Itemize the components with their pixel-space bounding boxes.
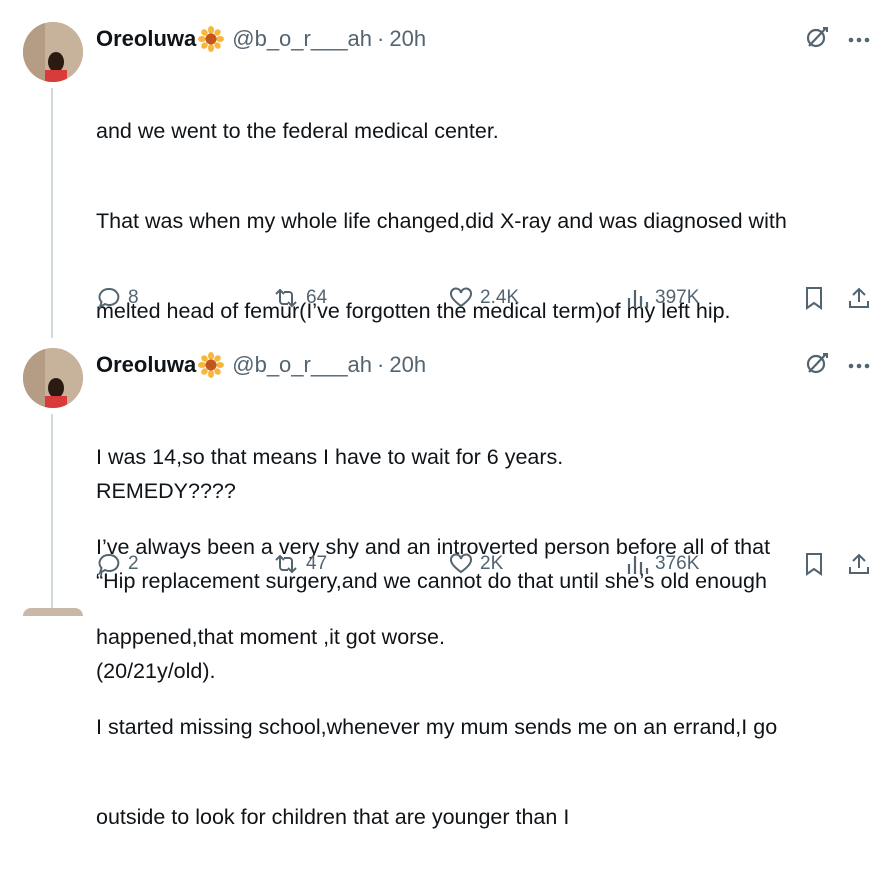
author-name[interactable]: Oreoluwa	[96, 26, 196, 52]
like-count: 2.4K	[480, 287, 520, 308]
author-name[interactable]: Oreoluwa	[96, 352, 196, 378]
tweet-text-line: I started missing school,whenever my mum…	[96, 715, 778, 739]
views-count: 397K	[655, 287, 700, 308]
views-button[interactable]: 376K	[625, 549, 699, 579]
bookmark-icon	[806, 553, 822, 576]
repost-count: 64	[306, 287, 328, 308]
tweet-actions: 8 64 2.4K 397K	[96, 283, 876, 313]
tweet-text-line: That was when my whole life changed,did …	[96, 209, 787, 233]
repost-count: 47	[306, 553, 328, 574]
tweet-text-line: I was 14,so that means I have to wait fo…	[96, 445, 564, 469]
repost-icon	[275, 554, 297, 574]
tweet-text-line: and we went to the federal medical cente…	[96, 119, 499, 143]
like-count: 2K	[480, 553, 504, 574]
views-icon	[627, 290, 649, 308]
reply-button[interactable]: 8	[96, 283, 139, 313]
tweet-actions: 2 47 2K 376K	[96, 549, 876, 579]
tweet-header: Oreoluwa @b_o_r___ah · 20h	[96, 350, 426, 380]
timestamp[interactable]: 20h	[389, 26, 426, 52]
grok-icon[interactable]	[804, 24, 830, 55]
tweet-text-line: outside to look for children that are yo…	[96, 805, 570, 829]
tweet-header: Oreoluwa @b_o_r___ah · 20h	[96, 24, 426, 54]
like-button[interactable]: 2K	[448, 549, 503, 579]
bookmark-button[interactable]	[803, 283, 825, 313]
share-button[interactable]	[847, 283, 871, 313]
tweet-top-icons	[804, 350, 870, 381]
repost-button[interactable]: 64	[272, 283, 327, 313]
author-handle[interactable]: @b_o_r___ah	[232, 352, 372, 378]
tweet-text-line: happened,that moment ,it got worse.	[96, 625, 445, 649]
tweet[interactable]: Oreoluwa @b_o_r___ah · 20h	[0, 22, 892, 683]
share-icon	[849, 287, 869, 308]
tweet-top-icons	[804, 24, 870, 55]
tweet-text: I was 14,so that means I have to wait fo…	[96, 382, 856, 892]
share-icon	[849, 553, 869, 574]
repost-icon	[275, 288, 297, 308]
views-button[interactable]: 397K	[625, 283, 699, 313]
separator-dot: ·	[377, 352, 385, 377]
like-icon	[450, 287, 472, 308]
author-handle[interactable]: @b_o_r___ah	[232, 26, 372, 52]
separator-dot: ·	[377, 26, 385, 51]
avatar[interactable]	[23, 348, 83, 408]
reply-count: 8	[128, 287, 139, 308]
reply-button[interactable]: 2	[96, 549, 139, 579]
share-button[interactable]	[847, 549, 871, 579]
reply-icon	[98, 287, 120, 310]
views-icon	[627, 556, 649, 574]
tweet[interactable]: Oreoluwa @b_o_r___ah · 20h	[0, 348, 892, 829]
avatar[interactable]	[23, 22, 83, 82]
bookmark-button[interactable]	[803, 549, 825, 579]
repost-button[interactable]: 47	[272, 549, 327, 579]
reply-icon	[98, 553, 120, 576]
like-icon	[450, 553, 472, 574]
more-icon[interactable]	[848, 31, 870, 49]
grok-icon[interactable]	[804, 350, 830, 381]
next-avatar[interactable]	[23, 608, 83, 616]
sunflower-emoji	[198, 26, 225, 52]
like-button[interactable]: 2.4K	[448, 283, 519, 313]
reply-count: 2	[128, 553, 139, 574]
timestamp[interactable]: 20h	[389, 352, 426, 378]
more-icon[interactable]	[848, 357, 870, 375]
bookmark-icon	[806, 287, 822, 310]
sunflower-emoji	[198, 352, 225, 378]
views-count: 376K	[655, 553, 700, 574]
